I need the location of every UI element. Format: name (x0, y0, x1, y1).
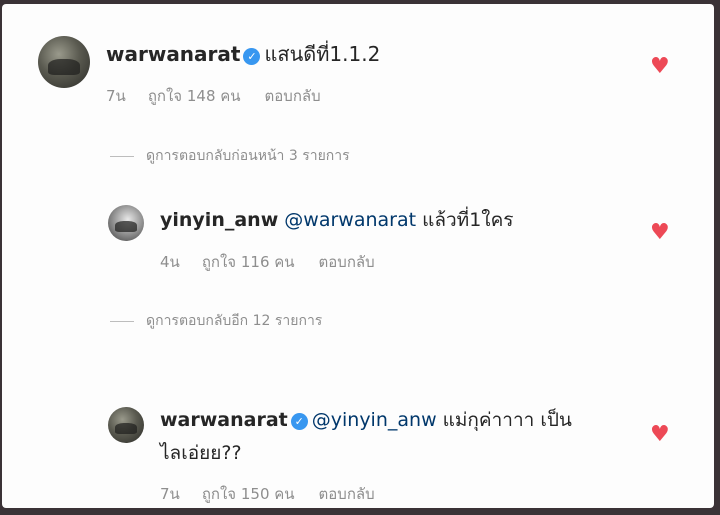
divider-dash (110, 320, 134, 322)
avatar[interactable] (38, 36, 90, 88)
comment-time: 7น (160, 485, 180, 503)
view-replies-label: ดูการตอบกลับก่อนหน้า 3 รายการ (146, 148, 350, 164)
comment-username[interactable]: warwanarat (160, 409, 288, 431)
view-more-replies[interactable]: ดูการตอบกลับอีก 12 รายการ (110, 310, 322, 332)
avatar[interactable] (108, 205, 144, 241)
heart-icon[interactable]: ♥ (650, 222, 670, 244)
comment-likes[interactable]: ถูกใจ 148 คน (148, 87, 241, 105)
comment-likes[interactable]: ถูกใจ 116 คน (202, 253, 295, 271)
comment-text-row: yinyin_anw @warwanarat แล้วที่1ใคร (160, 205, 514, 235)
verified-badge-icon: ✓ (290, 413, 308, 430)
comment-text-row: warwanarat ✓ แสนดีที่1.1.2 (106, 38, 380, 70)
reply-button[interactable]: ตอบกลับ (319, 253, 375, 271)
comment-meta: 7น ถูกใจ 148 คน ตอบกลับ (106, 84, 343, 108)
comment-username[interactable]: warwanarat (106, 42, 240, 66)
comment-text-line2: ไลเอ่ยย?? (160, 442, 242, 464)
comment-time: 7น (106, 87, 126, 105)
reply-button[interactable]: ตอบกลับ (319, 485, 375, 503)
comment-time: 4น (160, 253, 180, 271)
heart-icon[interactable]: ♥ (650, 424, 670, 446)
view-previous-replies[interactable]: ดูการตอบกลับก่อนหน้า 3 รายการ (110, 145, 350, 167)
comment-text: แม่กุค่าาาา เป็น (442, 409, 572, 431)
comment-meta: 7น ถูกใจ 150 คน ตอบกลับ (160, 482, 397, 506)
mention-link[interactable]: @yinyin_anw (312, 409, 437, 431)
comment-meta: 4น ถูกใจ 116 คน ตอบกลับ (160, 250, 397, 274)
comment-text-row: warwanarat ✓ @yinyin_anw แม่กุค่าาาา เป็น (160, 405, 572, 435)
comment-text: แล้วที่1ใคร (422, 209, 514, 231)
view-replies-label: ดูการตอบกลับอีก 12 รายการ (146, 313, 323, 329)
comment-text: แสนดีที่1.1.2 (264, 42, 381, 66)
comments-panel: warwanarat ✓ แสนดีที่1.1.2 7น ถูกใจ 148 คนต… (2, 4, 714, 508)
avatar[interactable] (108, 407, 144, 443)
comment-likes[interactable]: ถูกใจ 150 คน (202, 485, 295, 503)
mention-link[interactable]: @warwanarat (284, 209, 416, 231)
comment-username[interactable]: yinyin_anw (160, 209, 278, 231)
heart-icon[interactable]: ♥ (650, 56, 670, 78)
verified-badge-icon: ✓ (243, 48, 261, 65)
reply-button[interactable]: ตอบกลับ (265, 87, 321, 105)
comment-text-continuation: ไลเอ่ยย?? (160, 438, 242, 468)
divider-dash (110, 155, 134, 157)
